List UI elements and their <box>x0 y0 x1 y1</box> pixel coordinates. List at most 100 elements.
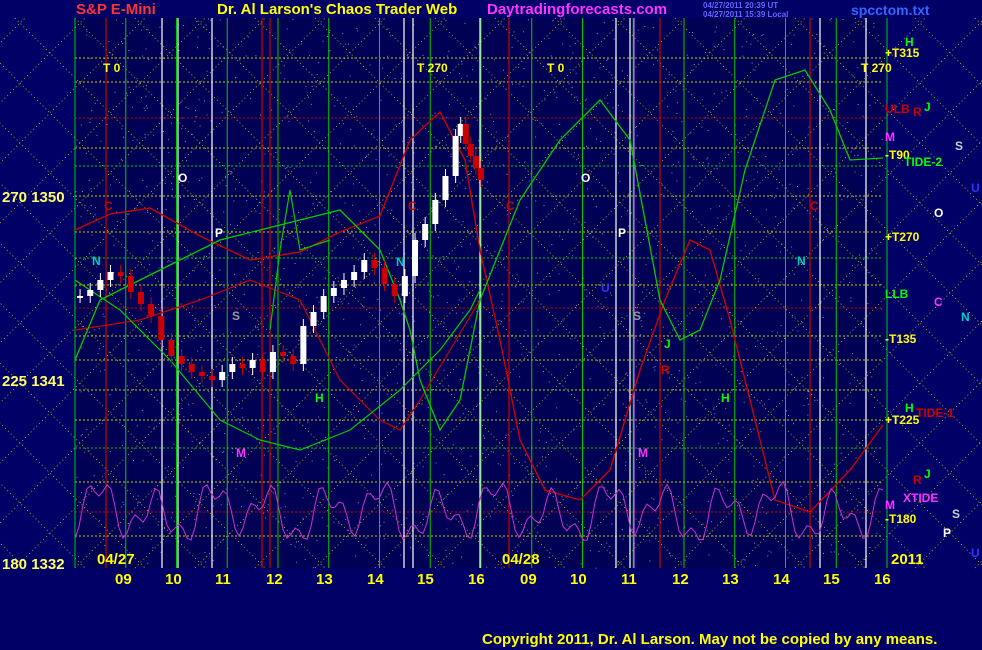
price-candle <box>478 168 484 180</box>
x-tick-label: 12 <box>266 571 283 588</box>
right-level-label: LLB <box>885 287 909 301</box>
price-candle <box>280 352 287 356</box>
y-tick-label: 225 1341 <box>2 373 65 390</box>
planet-label: R <box>913 473 922 487</box>
file-name: spcctom.txt <box>851 2 930 18</box>
price-candle <box>391 284 398 296</box>
price-candle <box>290 356 297 364</box>
price-candle <box>320 296 327 312</box>
lattice-line <box>0 542 26 569</box>
price-candle <box>97 280 104 290</box>
x-tick-label: 14 <box>367 571 384 588</box>
x-tick-label: 16 <box>468 571 485 588</box>
chart-annotation: U <box>601 281 610 295</box>
price-candle <box>117 272 124 276</box>
planet-label: S <box>952 507 961 521</box>
planet-label: S <box>955 139 964 153</box>
price-candle <box>371 260 378 268</box>
right-level-label: +T315 <box>885 46 920 60</box>
price-candle <box>472 156 479 168</box>
chart-annotation: S <box>232 309 241 323</box>
x-tick-label: 14 <box>773 571 790 588</box>
lattice-line <box>0 17 26 44</box>
planet-label: C <box>934 295 943 309</box>
price-candle <box>137 292 144 304</box>
planet-label: R <box>913 105 922 119</box>
price-candle <box>412 240 419 276</box>
chart-annotation: M <box>236 446 246 460</box>
chart-plot <box>0 17 982 569</box>
price-candle <box>381 268 388 284</box>
chart-annotation: N <box>396 255 405 269</box>
x-tick-label: 10 <box>165 571 182 588</box>
x-tick-label: 15 <box>417 571 434 588</box>
x-tick-label: 16 <box>874 571 891 588</box>
price-candle <box>127 276 134 292</box>
right-level-label: -T135 <box>885 332 917 346</box>
chart-annotation: P <box>618 226 627 240</box>
chart-annotation: R <box>661 363 670 377</box>
chart-annotation: O <box>178 171 188 185</box>
price-candle <box>259 360 266 372</box>
year-label: 2011 <box>891 551 924 568</box>
price-candle <box>229 364 236 372</box>
price-candle <box>107 272 114 280</box>
price-candle <box>401 276 408 296</box>
price-candle <box>442 176 449 200</box>
t-label: T 0 <box>547 61 565 75</box>
lattice-line <box>0 482 86 569</box>
x-tick-label: 15 <box>823 571 840 588</box>
price-candle <box>330 288 337 296</box>
price-candle <box>249 360 256 368</box>
chart-annotation: N <box>797 254 806 268</box>
x-tick-label: 10 <box>570 571 587 588</box>
chart-annotation: J <box>664 337 671 351</box>
timestamp-local: 04/27/2011 15:39 Local <box>703 9 789 19</box>
price-candle <box>209 376 216 380</box>
planet-label: O <box>934 206 944 220</box>
planet-label: TIDE-2 <box>904 155 943 169</box>
date-label: 04/27 <box>97 551 135 568</box>
y-tick-label: 180 1332 <box>2 556 65 573</box>
chart-annotation: M <box>638 446 648 460</box>
site-name: Daytradingforecasts.com <box>487 1 668 18</box>
x-tick-label: 09 <box>115 571 132 588</box>
lattice-line <box>974 560 982 569</box>
date-label: 04/28 <box>502 551 540 568</box>
price-candle <box>432 200 439 224</box>
chart-annotation: S <box>633 309 642 323</box>
price-candle <box>310 312 317 326</box>
right-level-label: ULB <box>885 102 910 116</box>
planet-label: H <box>905 35 914 49</box>
planet-label: U <box>971 546 980 560</box>
price-candle <box>467 144 474 156</box>
x-tick-label: 09 <box>520 571 537 588</box>
lattice-line <box>0 17 86 104</box>
chart-annotation: O <box>581 171 591 185</box>
chart-annotation: P <box>215 226 224 240</box>
chart-annotation: C <box>104 199 113 213</box>
chart-annotation: C <box>810 199 819 213</box>
right-level-label: +T225 <box>885 413 920 427</box>
price-candle <box>351 272 358 280</box>
t-label: T 270 <box>861 61 892 75</box>
y-tick-label: 270 1350 <box>2 189 65 206</box>
right-level-label: M <box>885 498 895 512</box>
chart-annotation: N <box>92 254 101 268</box>
chart-annotation: C <box>408 199 417 213</box>
right-level-label: +T270 <box>885 230 920 244</box>
x-tick-label: 13 <box>316 571 333 588</box>
planet-label: N <box>961 310 970 324</box>
price-candle <box>340 280 347 288</box>
x-tick-label: 11 <box>621 571 637 588</box>
lattice-line <box>974 17 982 26</box>
price-candle <box>452 136 459 176</box>
planet-label: J <box>924 100 931 114</box>
copyright: Copyright 2011, Dr. Al Larson. May not b… <box>482 631 938 648</box>
price-candle <box>361 260 368 272</box>
right-level-label: M <box>885 130 895 144</box>
price-candle <box>148 304 155 316</box>
planet-label: J <box>924 467 931 481</box>
planet-label: H <box>905 401 914 415</box>
planet-label: XTIDE <box>903 491 939 505</box>
